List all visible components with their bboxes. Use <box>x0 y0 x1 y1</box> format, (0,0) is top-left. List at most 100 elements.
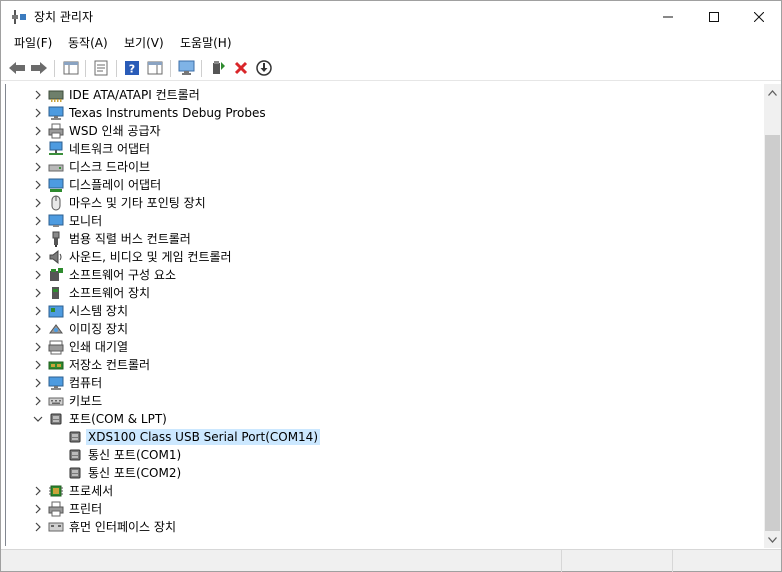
show-hide-console-tree-icon[interactable] <box>61 58 81 78</box>
menu-bar: 파일(F) 동작(A) 보기(V) 도움말(H) <box>1 32 781 54</box>
tree-category[interactable]: 컴퓨터 <box>6 374 762 392</box>
chevron-right-icon[interactable] <box>32 269 44 281</box>
chevron-right-icon[interactable] <box>32 305 44 317</box>
tree-category[interactable]: WSD 인쇄 공급자 <box>6 122 762 140</box>
chevron-right-icon[interactable] <box>32 287 44 299</box>
toolbar-separator <box>85 60 86 77</box>
scroll-down-button[interactable] <box>764 531 781 548</box>
chevron-right-icon[interactable] <box>32 233 44 245</box>
scan-hardware-icon[interactable] <box>177 58 197 78</box>
title-bar[interactable]: 장치 관리자 <box>1 1 781 32</box>
tree-category[interactable]: 마우스 및 기타 포인팅 장치 <box>6 194 762 212</box>
help-icon[interactable]: ? <box>122 58 142 78</box>
device-tree[interactable]: IDE ATA/ATAPI 컨트롤러 Texas Instruments Debu… <box>5 84 765 546</box>
back-arrow-icon[interactable] <box>7 58 27 78</box>
tree-item-label: 휴먼 인터페이스 장치 <box>69 520 176 534</box>
chevron-down-icon[interactable] <box>32 413 44 425</box>
print-queue-icon <box>48 339 64 355</box>
tree-item-label: Texas Instruments Debug Probes <box>69 106 266 120</box>
tree-category[interactable]: 디스크 드라이브 <box>6 158 762 176</box>
close-button[interactable] <box>736 1 782 32</box>
tree-category[interactable]: 휴먼 인터페이스 장치 <box>6 518 762 536</box>
tree-category[interactable]: 모니터 <box>6 212 762 230</box>
keyboard-icon <box>48 393 64 409</box>
menu-help[interactable]: 도움말(H) <box>179 35 233 51</box>
chevron-right-icon[interactable] <box>32 503 44 515</box>
tree-category[interactable]: 인쇄 대기열 <box>6 338 762 356</box>
update-driver-icon[interactable] <box>208 58 228 78</box>
scroll-thumb[interactable] <box>765 135 780 531</box>
port-icon <box>67 447 83 463</box>
tree-item-label: 모니터 <box>69 214 103 228</box>
tree-category[interactable]: 시스템 장치 <box>6 302 762 320</box>
vertical-scrollbar[interactable] <box>764 84 781 548</box>
tree-device[interactable]: 통신 포트(COM1) <box>6 446 762 464</box>
tree-category[interactable]: 소프트웨어 구성 요소 <box>6 266 762 284</box>
chevron-right-icon[interactable] <box>32 485 44 497</box>
tree-item-label: WSD 인쇄 공급자 <box>69 124 161 138</box>
maximize-button[interactable] <box>691 1 737 32</box>
properties-icon[interactable] <box>91 58 111 78</box>
chevron-right-icon[interactable] <box>32 161 44 173</box>
minimize-button[interactable] <box>645 1 691 32</box>
tree-category[interactable]: 프로세서 <box>6 482 762 500</box>
tree-item-label: 디스크 드라이브 <box>69 160 151 174</box>
tree-category[interactable]: 이미징 장치 <box>6 320 762 338</box>
chevron-right-icon[interactable] <box>32 197 44 209</box>
chevron-right-icon[interactable] <box>32 125 44 137</box>
chevron-right-icon[interactable] <box>32 215 44 227</box>
tree-item-label: 소프트웨어 장치 <box>69 286 151 300</box>
tree-category[interactable]: Texas Instruments Debug Probes <box>6 104 762 122</box>
chevron-right-icon[interactable] <box>32 323 44 335</box>
printer-icon <box>48 123 64 139</box>
tree-category[interactable]: 디스플레이 어댑터 <box>6 176 762 194</box>
chevron-right-icon[interactable] <box>32 143 44 155</box>
software-component-icon <box>48 267 64 283</box>
port-icon <box>67 429 83 445</box>
tree-category[interactable]: 소프트웨어 장치 <box>6 284 762 302</box>
disk-drive-icon <box>48 159 64 175</box>
tree-device[interactable]: 통신 포트(COM2) <box>6 464 762 482</box>
chevron-right-icon[interactable] <box>32 107 44 119</box>
chevron-right-icon[interactable] <box>32 179 44 191</box>
tree-category[interactable]: 네트워크 어댑터 <box>6 140 762 158</box>
imaging-device-icon <box>48 321 64 337</box>
forward-arrow-icon[interactable] <box>29 58 49 78</box>
tree-item-label: 컴퓨터 <box>69 376 103 390</box>
chevron-right-icon[interactable] <box>32 377 44 389</box>
tree-item-label: 마우스 및 기타 포인팅 장치 <box>69 196 206 210</box>
tree-category[interactable]: 저장소 컨트롤러 <box>6 356 762 374</box>
hid-icon <box>48 519 64 535</box>
tree-category[interactable]: 프린터 <box>6 500 762 518</box>
tree-category[interactable]: 사운드, 비디오 및 게임 컨트롤러 <box>6 248 762 266</box>
disable-device-icon[interactable] <box>254 58 274 78</box>
tree-item-label: 디스플레이 어댑터 <box>69 178 162 192</box>
window-title: 장치 관리자 <box>34 10 94 24</box>
port-icon <box>67 465 83 481</box>
action-pane-icon[interactable] <box>145 58 165 78</box>
tree-category[interactable]: 키보드 <box>6 392 762 410</box>
menu-action[interactable]: 동작(A) <box>67 35 109 51</box>
menu-file[interactable]: 파일(F) <box>13 35 53 51</box>
chevron-right-icon[interactable] <box>32 89 44 101</box>
menu-view[interactable]: 보기(V) <box>123 35 165 51</box>
uninstall-icon[interactable] <box>231 58 251 78</box>
chevron-right-icon[interactable] <box>32 521 44 533</box>
tree-device[interactable]: XDS100 Class USB Serial Port(COM14) <box>6 428 762 446</box>
toolbar-separator <box>116 60 117 77</box>
tree-category[interactable]: 범용 직렬 버스 컨트롤러 <box>6 230 762 248</box>
tree-category[interactable]: 포트(COM & LPT) <box>6 410 762 428</box>
svg-text:?: ? <box>129 63 135 76</box>
chevron-right-icon[interactable] <box>32 359 44 371</box>
tree-item-label: 네트워크 어댑터 <box>69 142 151 156</box>
chevron-right-icon[interactable] <box>32 395 44 407</box>
scroll-up-button[interactable] <box>764 84 781 101</box>
chevron-right-icon[interactable] <box>32 251 44 263</box>
device-manager-app-icon <box>11 9 27 25</box>
network-adapter-icon <box>48 141 64 157</box>
chevron-right-icon[interactable] <box>32 341 44 353</box>
status-panel-main <box>1 550 562 572</box>
tree-category[interactable]: IDE ATA/ATAPI 컨트롤러 <box>6 86 762 104</box>
tree-item-label: 통신 포트(COM2) <box>88 466 182 480</box>
toolbar-separator <box>54 60 55 77</box>
